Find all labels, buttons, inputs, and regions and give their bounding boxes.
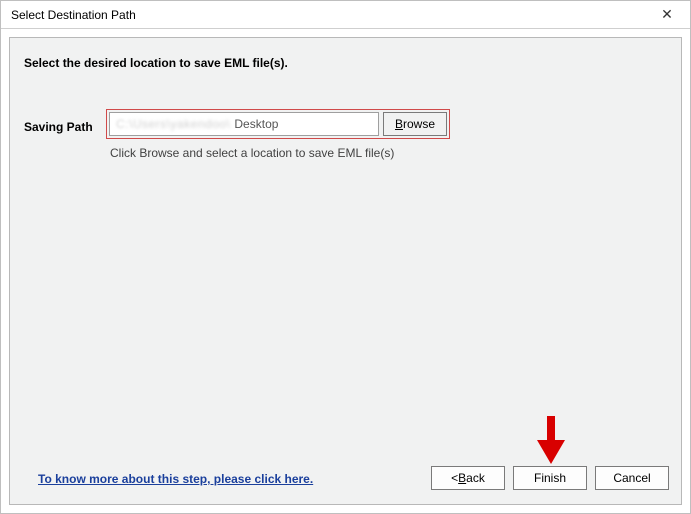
finish-button[interactable]: Finish <box>513 466 587 490</box>
dialog-window: Select Destination Path ✕ Select the des… <box>0 0 691 514</box>
content-panel: Select the desired location to save EML … <box>9 37 682 505</box>
attention-arrow-icon <box>537 416 565 464</box>
client-area: Select the desired location to save EML … <box>1 29 690 513</box>
help-link[interactable]: To know more about this step, please cli… <box>38 472 313 486</box>
path-prefix-blur: C:\ <box>116 117 133 131</box>
path-mid-blur: Users\yakendoo\ <box>133 117 231 131</box>
path-value: Desktop <box>234 117 278 131</box>
back-prefix: < <box>451 471 458 485</box>
finish-label: Finish <box>534 471 566 485</box>
path-hint: Click Browse and select a location to sa… <box>110 146 394 160</box>
close-icon: ✕ <box>661 6 673 23</box>
back-rest: ack <box>466 471 485 485</box>
browse-accel: B <box>395 117 403 131</box>
page-heading: Select the desired location to save EML … <box>24 56 288 70</box>
saving-path-label: Saving Path <box>24 120 93 134</box>
cancel-button[interactable]: Cancel <box>595 466 669 490</box>
button-row: < Back Finish Cancel <box>431 466 669 490</box>
title-bar: Select Destination Path ✕ <box>1 1 690 29</box>
cancel-label: Cancel <box>613 471 650 485</box>
browse-rest: rowse <box>403 117 435 131</box>
window-title: Select Destination Path <box>11 8 136 22</box>
back-accel: B <box>458 471 466 485</box>
browse-button[interactable]: Browse <box>383 112 447 136</box>
back-button[interactable]: < Back <box>431 466 505 490</box>
close-button[interactable]: ✕ <box>652 5 682 25</box>
path-input[interactable]: C:\ Users\yakendoo\ Desktop <box>109 112 379 136</box>
path-group-highlight: C:\ Users\yakendoo\ Desktop Browse <box>106 109 450 139</box>
